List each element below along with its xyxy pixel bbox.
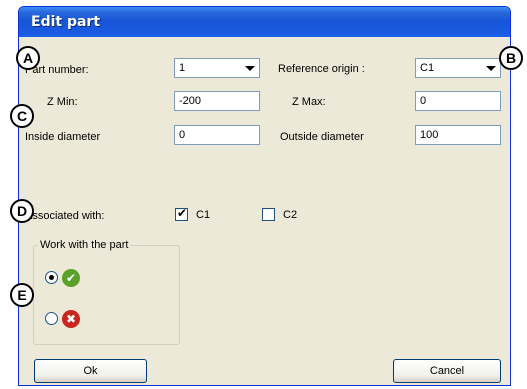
- marker-c: C: [10, 104, 34, 128]
- reference-origin-label: Reference origin :: [278, 63, 365, 75]
- marker-a: A: [16, 46, 40, 70]
- radio-dont-work-with-part[interactable]: [45, 312, 58, 325]
- outside-diameter-value: 100: [420, 129, 439, 141]
- checkbox-c2[interactable]: [262, 208, 275, 221]
- work-with-part-legend: Work with the part: [40, 239, 129, 251]
- dialog-title: Edit part: [31, 14, 101, 30]
- inside-diameter-value: 0: [179, 129, 186, 141]
- z-min-value: -200: [179, 95, 202, 107]
- radio-work-with-part[interactable]: [45, 271, 58, 284]
- reference-origin-select[interactable]: C1: [415, 58, 501, 78]
- cross-circle-icon: ✖: [62, 310, 80, 328]
- checkbox-c2-label: C2: [283, 209, 298, 221]
- check-circle-icon: ✔: [62, 269, 80, 287]
- checkbox-c1[interactable]: [175, 206, 188, 221]
- z-max-value: 0: [420, 95, 427, 107]
- chevron-down-icon[interactable]: [482, 60, 499, 76]
- z-max-input[interactable]: 0: [415, 91, 501, 111]
- checkbox-c1-label: C1: [196, 209, 211, 221]
- part-number-value: 1: [179, 62, 186, 74]
- marker-e: E: [10, 283, 34, 307]
- marker-d: D: [10, 199, 34, 223]
- z-min-label: Z Min:: [47, 96, 78, 108]
- marker-b: B: [499, 46, 523, 70]
- inside-diameter-label: Inside diameter: [25, 131, 101, 143]
- chevron-down-icon[interactable]: [241, 60, 258, 76]
- inside-diameter-input[interactable]: 0: [174, 125, 260, 145]
- title-bar[interactable]: Edit part: [19, 7, 510, 37]
- outside-diameter-input[interactable]: 100: [415, 125, 501, 145]
- edit-part-dialog: Edit part Part number: 1 Reference origi…: [18, 6, 511, 386]
- ok-button[interactable]: Ok: [34, 359, 147, 383]
- cancel-button[interactable]: Cancel: [393, 359, 501, 383]
- reference-origin-value: C1: [420, 62, 435, 74]
- work-with-part-group: Work with the part: [33, 239, 180, 345]
- outside-diameter-label: Outside diameter: [280, 131, 364, 143]
- z-min-input[interactable]: -200: [174, 91, 260, 111]
- z-max-label: Z Max:: [292, 96, 326, 108]
- part-number-select[interactable]: 1: [174, 58, 260, 78]
- associated-with-label: Associated with:: [25, 210, 105, 222]
